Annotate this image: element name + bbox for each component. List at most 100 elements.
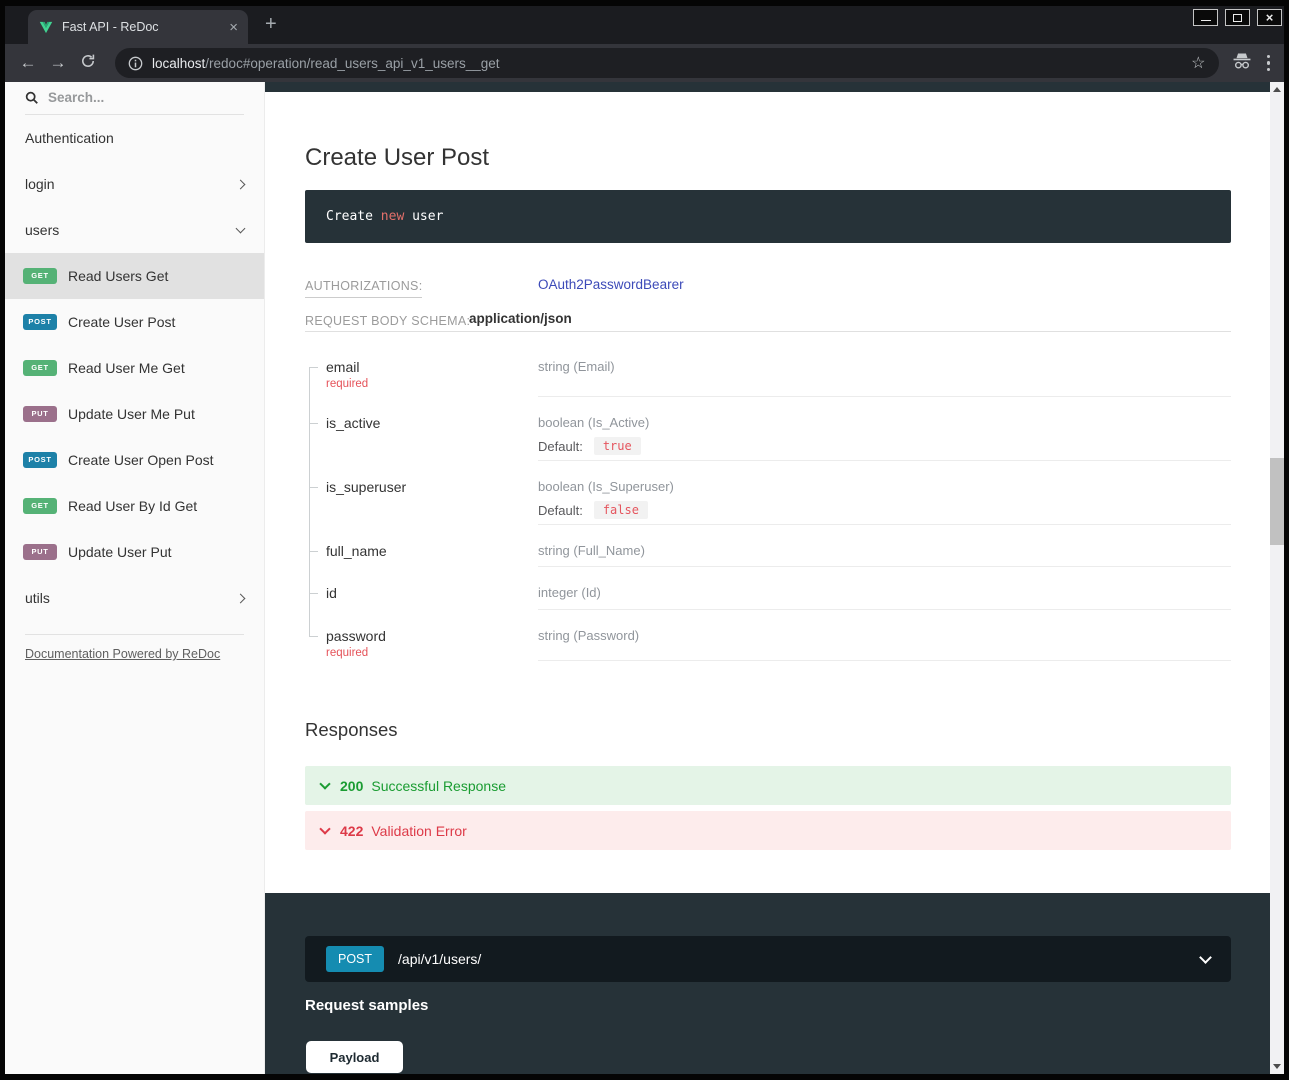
tab-strip: Fast API - ReDoc × + × [5,6,1284,44]
field-type: integer (Id) [538,585,1231,600]
response-label: Validation Error [371,823,466,839]
browser-toolbar: ← → localhost/redoc#operation/read_users… [5,44,1284,82]
sidebar-item-authentication[interactable]: Authentication [5,115,264,161]
address-bar[interactable]: localhost/redoc#operation/read_users_api… [115,48,1219,78]
scroll-down-button[interactable] [1270,1059,1284,1074]
sidebar-item-label: Read User Me Get [68,360,185,376]
sidebar-item-users[interactable]: users [5,207,264,253]
response-422-accordion[interactable]: 422 Validation Error [305,811,1231,850]
field-type: string (Email) [538,359,1231,374]
oauth2-link[interactable]: OAuth2PasswordBearer [538,277,684,292]
reload-button[interactable] [73,53,103,74]
field-name-text: is_active [326,415,380,431]
sidebar-item-create-user-post[interactable]: POST Create User Post [5,299,264,345]
sidebar-item-label: Authentication [25,130,114,146]
field-row-full-name: full_name string (Full_Name) [305,525,1231,567]
request-body-media-type: application/json [469,311,572,326]
response-200-accordion[interactable]: 200 Successful Response [305,766,1231,805]
back-button[interactable]: ← [13,53,43,73]
field-description: string (Full_Name) [538,525,1231,567]
method-badge-get: GET [23,498,57,514]
method-badge-get: GET [23,268,57,284]
maximize-button[interactable] [1225,9,1250,26]
sidebar-item-label: Read Users Get [68,268,168,284]
menu-icon[interactable] [1267,55,1271,72]
sidebar-item-label: Update User Put [68,544,172,560]
sidebar-item-utils[interactable]: utils [5,575,264,621]
field-name-text: is_superuser [326,479,406,495]
request-body-row: REQUEST BODY SCHEMA: application/json [305,312,1231,330]
default-value: true [594,437,641,455]
endpoint-dropdown[interactable]: POST /api/v1/users/ [305,936,1231,982]
site-info-icon[interactable] [128,56,143,71]
bookmark-star-icon[interactable]: ☆ [1191,53,1205,73]
sidebar-item-update-user-put[interactable]: PUT Update User Put [5,529,264,575]
close-button[interactable]: × [1257,9,1282,26]
sidebar-item-create-user-open-post[interactable]: POST Create User Open Post [5,437,264,483]
code-highlight: new [381,209,404,224]
field-default: Default: true [538,437,1231,455]
field-name: is_active [305,397,538,461]
field-row-email: email required string (Email) [305,341,1231,397]
field-name-text: id [326,585,337,601]
authorizations-label: AUTHORIZATIONS: [305,279,422,298]
required-flag: required [326,647,538,659]
forward-button[interactable]: → [43,53,73,73]
request-body-label: REQUEST BODY SCHEMA: [305,314,470,328]
operation-title: Create User Post [305,144,489,172]
sidebar-item-read-users-get[interactable]: GET Read Users Get [5,253,264,299]
minimize-icon [1201,20,1211,21]
chevron-down-icon [319,823,330,834]
browser-tab[interactable]: Fast API - ReDoc × [28,10,248,44]
method-badge-post: POST [23,452,57,468]
triangle-down-icon [1273,1064,1281,1069]
sidebar: Search... Authentication login users GET… [5,82,265,1074]
chevron-right-icon [236,179,246,189]
response-label: Successful Response [371,778,506,794]
scroll-up-button[interactable] [1270,82,1284,97]
request-samples-panel: POST /api/v1/users/ Request samples Payl… [265,893,1270,1074]
field-type: boolean (Is_Superuser) [538,479,1231,494]
response-code: 422 [340,823,363,839]
main-panel: Create User Post Create new user AUTHORI… [265,82,1270,1074]
url-path: /redoc#operation/read_users_api_v1_users… [205,56,499,71]
field-name-text: password [326,628,386,644]
sidebar-divider [25,634,244,635]
field-row-is-superuser: is_superuser boolean (Is_Superuser) Defa… [305,461,1231,525]
tab-close-icon[interactable]: × [229,20,238,35]
scrollbar-thumb[interactable] [1270,458,1284,545]
authorizations-row: AUTHORIZATIONS: OAuth2PasswordBearer [305,277,1231,298]
field-description: integer (Id) [538,567,1231,610]
field-name-text: full_name [326,543,387,559]
method-badge-put: PUT [23,544,57,560]
page-scrollbar[interactable] [1270,82,1284,1074]
maximize-icon [1233,14,1242,22]
sidebar-item-login[interactable]: login [5,161,264,207]
payload-tab[interactable]: Payload [306,1041,403,1073]
close-icon: × [1266,11,1274,24]
search-icon [25,91,39,105]
sidebar-item-label: Create User Post [68,314,175,330]
field-name-text: email [326,359,359,375]
previous-section-strip [265,82,1270,92]
method-badge-get: GET [23,360,57,376]
endpoint-method-badge: POST [326,946,384,972]
default-label: Default: [538,439,583,454]
powered-by-redoc-link[interactable]: Documentation Powered by ReDoc [25,647,220,661]
sidebar-item-label: Create User Open Post [68,452,214,468]
minimize-button[interactable] [1193,9,1218,26]
responses-heading: Responses [305,719,398,741]
chevron-down-icon [319,778,330,789]
field-name: email required [305,341,538,397]
method-badge-put: PUT [23,406,57,422]
sidebar-item-update-user-me-put[interactable]: PUT Update User Me Put [5,391,264,437]
field-name: id [305,567,538,610]
new-tab-button[interactable]: + [265,13,277,36]
code-text: Create [326,209,381,224]
sidebar-item-read-user-by-id-get[interactable]: GET Read User By Id Get [5,483,264,529]
search-input[interactable]: Search... [25,90,244,115]
request-samples-heading: Request samples [305,997,428,1014]
sidebar-item-label: users [25,222,59,238]
operation-description-code: Create new user [305,190,1231,243]
sidebar-item-read-user-me-get[interactable]: GET Read User Me Get [5,345,264,391]
